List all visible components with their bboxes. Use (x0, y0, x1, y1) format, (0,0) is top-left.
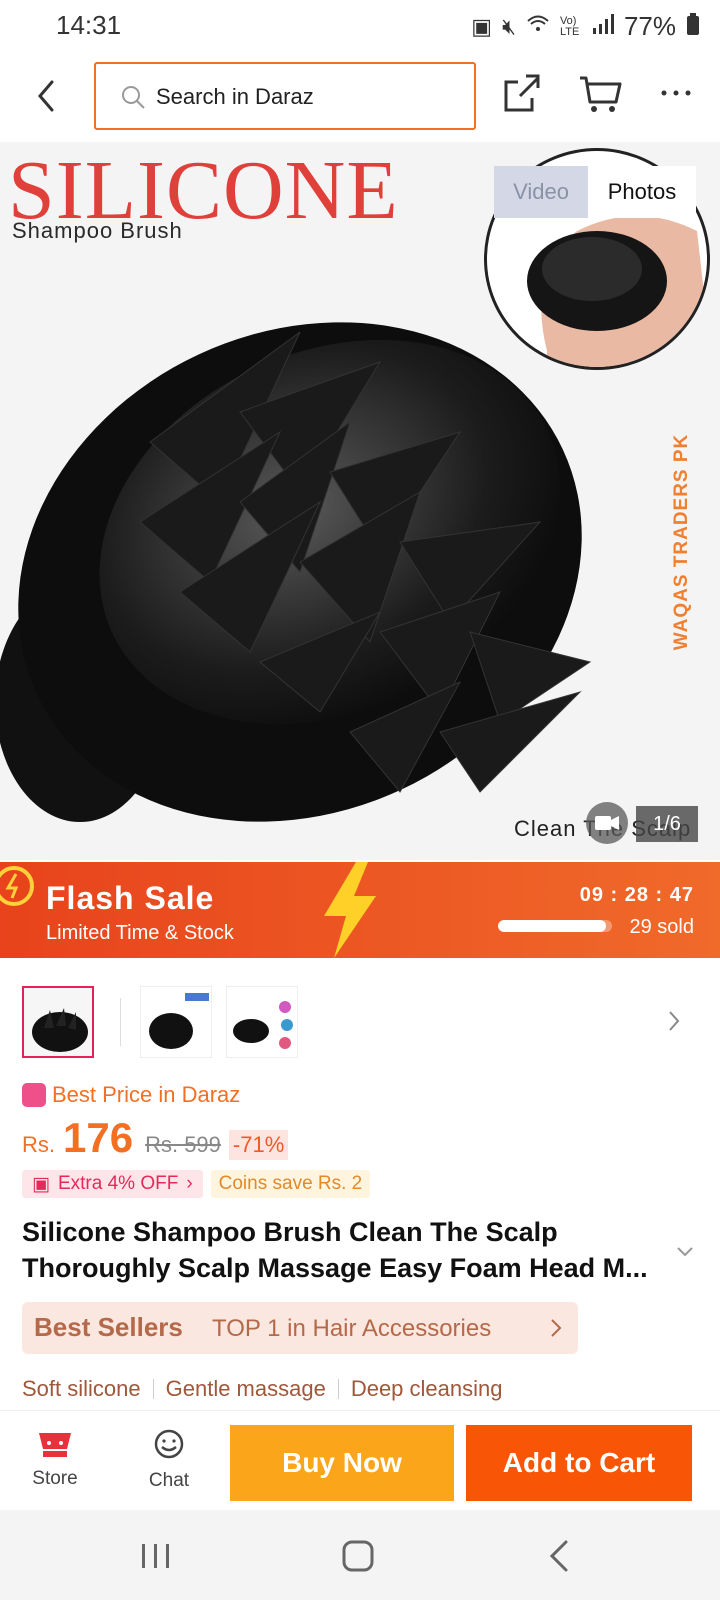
best-price-icon (22, 1083, 46, 1107)
thumbnail-1[interactable] (22, 986, 94, 1058)
store-button[interactable]: Store (20, 1429, 90, 1490)
status-time: 14:31 (56, 10, 122, 40)
recent-apps-icon[interactable] (136, 1536, 176, 1576)
sold-progress-fill (498, 920, 607, 932)
alarm-clock-icon (0, 866, 34, 906)
home-icon[interactable] (338, 1536, 378, 1576)
network-label: Vo) LTE (559, 14, 580, 38)
bottom-action-bar: Store Chat Buy Now Add to Cart (0, 1410, 720, 1510)
video-camera-icon (595, 816, 619, 830)
thumbnail-image (24, 988, 92, 1056)
search-input[interactable]: Search in Daraz (94, 62, 476, 130)
more-options-button[interactable] (656, 78, 696, 108)
extra-off-label: Extra 4% OFF (57, 1173, 179, 1194)
battery-saver-icon: ▣ (471, 13, 493, 39)
top-nav: Search in Daraz (0, 52, 720, 142)
thumbnails-next-button[interactable] (666, 1008, 682, 1034)
coins-badge: Coins save Rs. 2 (210, 1170, 371, 1198)
search-icon (122, 86, 145, 109)
voucher-icon: ▣ (32, 1173, 50, 1195)
best-sellers-banner[interactable]: Best Sellers TOP 1 in Hair Accessories (22, 1302, 578, 1354)
battery-icon (686, 12, 700, 41)
add-to-cart-button[interactable]: Add to Cart (466, 1425, 692, 1501)
status-bar: 14:31 ▣ 🔇︎ Vo) LTE 77% (0, 0, 720, 52)
thumbnail-2[interactable] (140, 986, 212, 1058)
chevron-right-icon (669, 1011, 680, 1031)
extra-off-voucher[interactable]: ▣ Extra 4% OFF › (22, 1170, 203, 1198)
wifi-icon (526, 14, 550, 40)
image-page-counter: 1/6 (636, 806, 698, 842)
back-arrow-icon (38, 80, 54, 112)
thumbnail-3[interactable] (226, 986, 298, 1058)
tab-photos[interactable]: Photos (588, 166, 696, 218)
feature-tag: Deep cleansing (350, 1376, 503, 1401)
watermark-text: WAQAS TRADERS PK (671, 433, 692, 651)
product-title: Silicone Shampoo Brush Clean The Scalp T… (22, 1217, 648, 1283)
battery-percent: 77% (623, 11, 676, 41)
share-button[interactable] (502, 72, 542, 114)
hero-subtitle: Shampoo Brush (12, 218, 183, 243)
discount-badge: -71% (228, 1130, 289, 1160)
watermark: WAQAS TRADERS PK (662, 392, 702, 692)
thumbnail-image (141, 987, 211, 1057)
thumbnail-divider (120, 998, 121, 1046)
price-current: 176 (63, 1114, 134, 1161)
price-row: Rs. 176 Rs. 599 -71% (22, 1114, 289, 1162)
feature-tag: Soft silicone (22, 1376, 141, 1401)
sold-progress-bar (498, 920, 612, 932)
share-icon (504, 74, 540, 112)
feature-tags: Soft silicone Gentle massage Deep cleans… (22, 1376, 503, 1402)
back-button[interactable] (28, 74, 68, 118)
sold-count: 29 sold (629, 916, 695, 938)
media-toggle: Video Photos (494, 166, 696, 218)
flash-sale-banner[interactable]: Flash Sale Limited Time & Stock 09 : 28 … (0, 862, 720, 958)
price-original: Rs. 599 (145, 1132, 221, 1157)
status-icons: ▣ 🔇︎ Vo) LTE 77% (471, 11, 700, 42)
flash-sale-subtitle: Limited Time & Stock (46, 922, 234, 944)
coins-label: Coins save Rs. 2 (218, 1173, 363, 1194)
cart-icon (580, 76, 622, 112)
cart-button[interactable] (578, 74, 622, 114)
best-sellers-label: Best Sellers (34, 1312, 183, 1342)
best-sellers-rank: TOP 1 in Hair Accessories (212, 1315, 492, 1342)
lightning-icon (324, 862, 376, 958)
chat-icon (154, 1429, 184, 1459)
mute-icon: 🔇︎ (502, 13, 516, 39)
best-price-text: Best Price in Daraz (52, 1082, 241, 1107)
chevron-down-icon[interactable] (676, 1246, 694, 1258)
chevron-right-icon (551, 1319, 562, 1337)
promo-row: ▣ Extra 4% OFF › Coins save Rs. 2 (22, 1170, 371, 1198)
flash-sale-timer: 09 : 28 : 47 (579, 884, 694, 906)
chat-label: Chat (148, 1470, 190, 1491)
thumbnail-image (227, 987, 297, 1057)
price-currency: Rs. (22, 1132, 55, 1157)
signal-icon (592, 13, 614, 40)
best-price-label: Best Price in Daraz (22, 1082, 240, 1108)
more-dots-icon (661, 90, 691, 96)
buy-now-button[interactable]: Buy Now (230, 1425, 454, 1501)
chat-button[interactable]: Chat (134, 1429, 204, 1492)
feature-tag: Gentle massage (165, 1376, 326, 1401)
system-back-icon[interactable] (540, 1536, 580, 1576)
tab-video[interactable]: Video (494, 166, 588, 218)
thumbnail-strip (22, 986, 702, 1060)
system-nav-bar (0, 1510, 720, 1600)
store-label: Store (32, 1468, 78, 1489)
feature-separator (337, 1379, 339, 1399)
search-placeholder: Search in Daraz (156, 84, 314, 109)
store-icon (39, 1433, 71, 1457)
product-image-gallery[interactable]: SILICONE Shampoo Brush Video Photos WAQA… (0, 142, 720, 860)
feature-separator (152, 1379, 154, 1399)
flash-sale-title: Flash Sale (46, 880, 215, 916)
chevron-right-icon: › (186, 1173, 193, 1194)
video-play-button[interactable] (586, 802, 628, 844)
